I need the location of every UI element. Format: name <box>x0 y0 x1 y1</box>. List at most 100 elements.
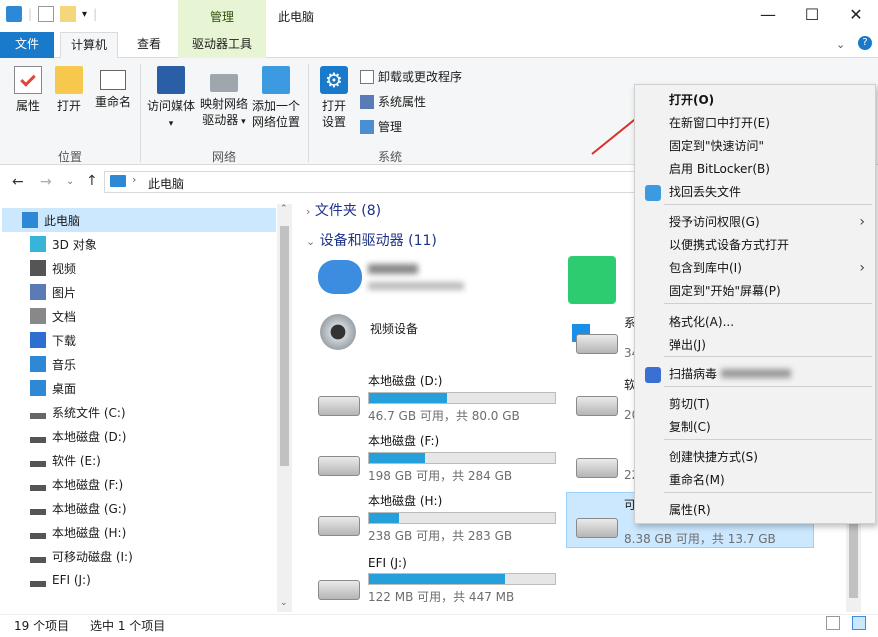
nav-item[interactable]: 下载 <box>30 328 306 352</box>
media-icon <box>157 66 185 94</box>
app-tile-icon[interactable] <box>568 256 616 304</box>
manage-button[interactable]: 管理 <box>360 118 402 135</box>
item-count: 19 个项目 <box>14 619 70 633</box>
nav-item[interactable]: 桌面 <box>30 376 306 400</box>
nav-item[interactable]: 本地磁盘 (G:) <box>30 496 306 520</box>
context-menu-item[interactable]: 包含到库中(I) › <box>635 257 875 280</box>
computer-manage-icon <box>360 119 374 134</box>
uninstall-programs-button[interactable]: 卸载或更改程序 <box>360 68 462 85</box>
nav-item[interactable]: 本地磁盘 (D:) <box>30 424 306 448</box>
folders-group-header[interactable]: › 文件夹 (8) <box>306 200 381 220</box>
details-view-icon[interactable] <box>826 616 840 630</box>
devices-group-header[interactable]: ⌄ 设备和驱动器 (11) <box>306 230 437 250</box>
nav-item[interactable]: 音乐 <box>30 352 306 376</box>
cloud-drive-icon[interactable] <box>318 260 362 294</box>
context-menu-item[interactable]: 固定到"开始"屏幕(P) <box>635 280 875 303</box>
context-menu-item[interactable]: 剪切(T) <box>635 393 875 416</box>
drive-tile[interactable]: 本地磁盘 (D:) 46.7 GB 可用，共 80.0 GB <box>368 372 556 424</box>
rename-button[interactable]: 重命名 <box>90 66 136 110</box>
drive-tile[interactable]: 本地磁盘 (H:) 238 GB 可用，共 283 GB <box>368 492 556 544</box>
tiles-view-icon[interactable] <box>852 616 866 630</box>
drive-tile[interactable]: EFI (J:) 122 MB 可用，共 447 MB <box>368 556 556 605</box>
context-menu-item[interactable]: 重命名(M) <box>635 469 875 492</box>
nav-item[interactable]: EFI (J:) <box>30 568 306 592</box>
scroll-down-icon[interactable]: ⌄ <box>280 598 288 608</box>
address-bar[interactable] <box>104 171 638 193</box>
drive-icon[interactable] <box>576 458 618 478</box>
nav-item[interactable]: 软件 (E:) <box>30 448 306 472</box>
nav-item[interactable]: 图片 <box>30 280 306 304</box>
breadcrumb-chevron-icon[interactable]: › <box>132 173 136 186</box>
maximize-button[interactable]: ☐ <box>790 0 834 32</box>
context-menu-item[interactable]: 授予访问权限(G) › <box>635 211 875 234</box>
content-scrollbar-thumb[interactable] <box>849 522 858 598</box>
add-network-location-button[interactable]: 添加一个 网络位置 <box>250 66 302 130</box>
close-button[interactable]: ✕ <box>834 0 878 32</box>
context-menu-item[interactable]: 启用 BitLocker(B) <box>635 158 875 181</box>
drive-icon[interactable] <box>318 580 360 600</box>
nav-item[interactable]: 文档 <box>30 304 306 328</box>
context-menu-item[interactable]: 格式化(A)... <box>635 311 875 334</box>
access-media-button[interactable]: 访问媒体 ▾ <box>144 66 198 132</box>
properties-icon[interactable] <box>38 6 55 22</box>
context-menu-item[interactable]: 固定到"快速访问" <box>635 135 875 158</box>
new-folder-icon[interactable] <box>60 6 77 22</box>
tab-drive-tools[interactable]: 驱动器工具 <box>178 32 266 58</box>
drive-icon[interactable] <box>318 456 360 476</box>
drive-icon[interactable] <box>318 396 360 416</box>
video-device-label[interactable]: 视频设备 <box>370 320 418 337</box>
nav-item[interactable]: 本地磁盘 (H:) <box>30 520 306 544</box>
nav-item[interactable]: 3D 对象 <box>30 232 306 256</box>
drive-icon <box>30 581 46 587</box>
forward-icon[interactable]: → <box>40 174 52 190</box>
recent-locations-icon[interactable]: ⌄ <box>66 176 74 187</box>
context-menu-item[interactable]: 弹出(J) <box>635 334 875 357</box>
tab-view[interactable]: 查看 <box>127 32 171 58</box>
removable-drive-icon[interactable] <box>576 518 618 538</box>
nav-item[interactable]: 此电脑 <box>22 208 298 232</box>
context-menu-item[interactable]: 找回丢失文件 <box>635 181 875 204</box>
collapse-ribbon-icon[interactable]: ⌄ <box>836 38 845 51</box>
context-menu-item[interactable]: 扫描病毒 <box>635 363 875 386</box>
context-menu-item[interactable]: 打开(O) <box>635 89 875 112</box>
up-icon[interactable]: ↑ <box>86 173 98 189</box>
open-settings-button[interactable]: ⚙ 打开 设置 <box>314 66 354 130</box>
context-menu-label: 扫描病毒 <box>669 367 718 381</box>
scroll-up-icon[interactable]: ⌃ <box>280 204 288 214</box>
tab-file[interactable]: 文件 <box>0 32 54 58</box>
breadcrumb[interactable]: 此电脑 <box>148 175 184 192</box>
system-properties-button[interactable]: 系统属性 <box>360 93 426 110</box>
drive-icon[interactable] <box>318 516 360 536</box>
nav-item[interactable]: 本地磁盘 (F:) <box>30 472 306 496</box>
context-menu-item[interactable]: 以便携式设备方式打开 <box>635 234 875 257</box>
properties-button[interactable]: 属性 <box>8 66 48 114</box>
drive-icon[interactable] <box>576 396 618 416</box>
customize-qat-icon[interactable]: ▾ <box>82 9 87 20</box>
context-menu-item[interactable]: 在新窗口中打开(E) <box>635 112 875 135</box>
back-icon[interactable]: ← <box>12 174 24 190</box>
context-menu-label: 固定到"快速访问" <box>669 139 765 153</box>
nav-item-label: 3D 对象 <box>52 237 97 252</box>
menu-separator <box>664 356 872 357</box>
network-drive-icon <box>210 74 238 92</box>
manage-tab[interactable]: 管理 <box>178 0 266 32</box>
nav-item[interactable]: 可移动磁盘 (I:) <box>30 544 306 568</box>
drive-tile[interactable]: 本地磁盘 (F:) 198 GB 可用，共 284 GB <box>368 432 556 484</box>
context-menu-label: 在新窗口中打开(E) <box>669 116 770 130</box>
context-menu-item[interactable]: 创建快捷方式(S) <box>635 446 875 469</box>
nav-item[interactable]: 视频 <box>30 256 306 280</box>
context-menu-item[interactable]: 属性(R) <box>635 499 875 522</box>
webcam-icon[interactable] <box>320 314 356 350</box>
open-button[interactable]: 打开 <box>52 66 86 114</box>
help-icon[interactable]: ? <box>858 36 872 50</box>
menu-separator <box>664 439 872 440</box>
map-drive-button[interactable]: 映射网络 驱动器 ▾ <box>198 66 250 130</box>
nav-scrollbar-thumb[interactable] <box>280 226 289 466</box>
computer-icon <box>22 212 38 228</box>
minimize-button[interactable]: — <box>746 0 790 32</box>
nav-item[interactable]: 系统文件 (C:) <box>30 400 306 424</box>
context-menu-item[interactable]: 复制(C) <box>635 416 875 439</box>
tab-computer[interactable]: 计算机 <box>60 32 119 59</box>
computer-icon <box>6 6 22 22</box>
drive-icon[interactable] <box>576 334 618 354</box>
